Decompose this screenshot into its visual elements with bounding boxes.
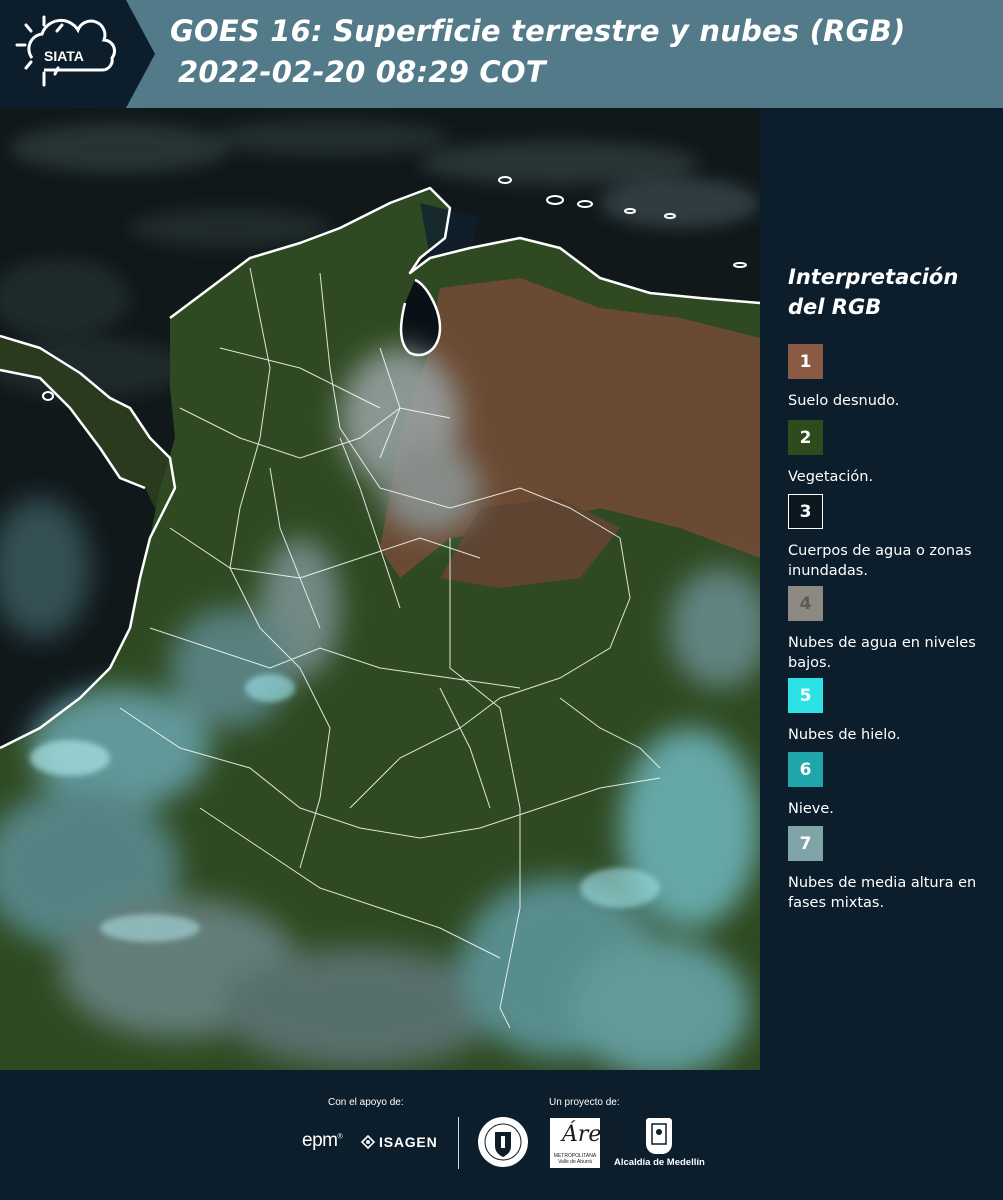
isagen-icon [360, 1134, 376, 1150]
legend-item-7: 7 Nubes de media altura en fases mixtas. [788, 826, 998, 913]
legend-label-3: Cuerpos de agua o zonas inundadas. [788, 543, 972, 579]
siata-logo: SIATA [0, 0, 155, 108]
project-label: Un proyecto de: [549, 1097, 620, 1108]
legend-label-7: Nubes de media altura en fases mixtas. [788, 875, 977, 911]
legend-swatch-7: 7 [788, 826, 823, 861]
epm-logo: epm® [302, 1130, 343, 1151]
legend-swatch-3: 3 [788, 494, 823, 529]
legend-item-6: 6 Nieve. [788, 752, 998, 819]
area-logo-subtitle: METROPOLITANA Valle de Aburrá [553, 1153, 597, 1165]
legend-item-1: 1 Suelo desnudo. [788, 344, 998, 411]
header-bar: SIATA GOES 16: Superficie terrestre y nu… [0, 0, 1003, 108]
legend-swatch-5: 5 [788, 678, 823, 713]
satellite-map [0, 108, 760, 1070]
area-logo-title: Área [562, 1122, 615, 1147]
legend-panel: Interpretación del RGB 1 Suelo desnudo. … [760, 108, 1003, 1070]
footer-divider [458, 1117, 459, 1169]
legend-item-2: 2 Vegetación. [788, 420, 998, 487]
isagen-logo: ISAGEN [360, 1134, 437, 1150]
siata-logo-text: SIATA [44, 48, 84, 64]
isagen-logo-text: ISAGEN [379, 1134, 438, 1150]
legend-item-3: 3 Cuerpos de agua o zonas inundadas. [788, 494, 998, 581]
legend-swatch-6: 6 [788, 752, 823, 787]
legend-label-6: Nieve. [788, 801, 834, 817]
legend-swatch-2: 2 [788, 420, 823, 455]
legend-swatch-1: 1 [788, 344, 823, 379]
support-label: Con el apoyo de: [328, 1097, 404, 1108]
legend-item-5: 5 Nubes de hielo. [788, 678, 998, 745]
legend-swatch-4: 4 [788, 586, 823, 621]
timestamp: 2022-02-20 08:29 COT [178, 55, 546, 89]
legend-item-4: 4 Nubes de agua en niveles bajos. [788, 586, 998, 673]
page-title: GOES 16: Superficie terrestre y nubes (R… [170, 14, 906, 48]
epm-logo-text: epm [302, 1130, 338, 1151]
legend-label-1: Suelo desnudo. [788, 393, 900, 409]
legend-label-2: Vegetación. [788, 469, 874, 485]
alcaldia-logo-text: Alcaldía de Medellín [614, 1157, 705, 1168]
alcaldia-shield-icon [646, 1118, 672, 1154]
legend-label-4: Nubes de agua en niveles bajos. [788, 635, 976, 671]
alcaldia-medellin-logo: Alcaldía de Medellín [614, 1118, 705, 1168]
footer: Con el apoyo de: Un proyecto de: epm® IS… [0, 1070, 1003, 1200]
area-metropolitana-logo: Área METROPOLITANA Valle de Aburrá [550, 1118, 615, 1168]
satellite-image [0, 108, 760, 1070]
legend-label-5: Nubes de hielo. [788, 727, 901, 743]
medellin-seal-logo [477, 1116, 529, 1172]
legend-title: Interpretación del RGB [788, 265, 959, 319]
